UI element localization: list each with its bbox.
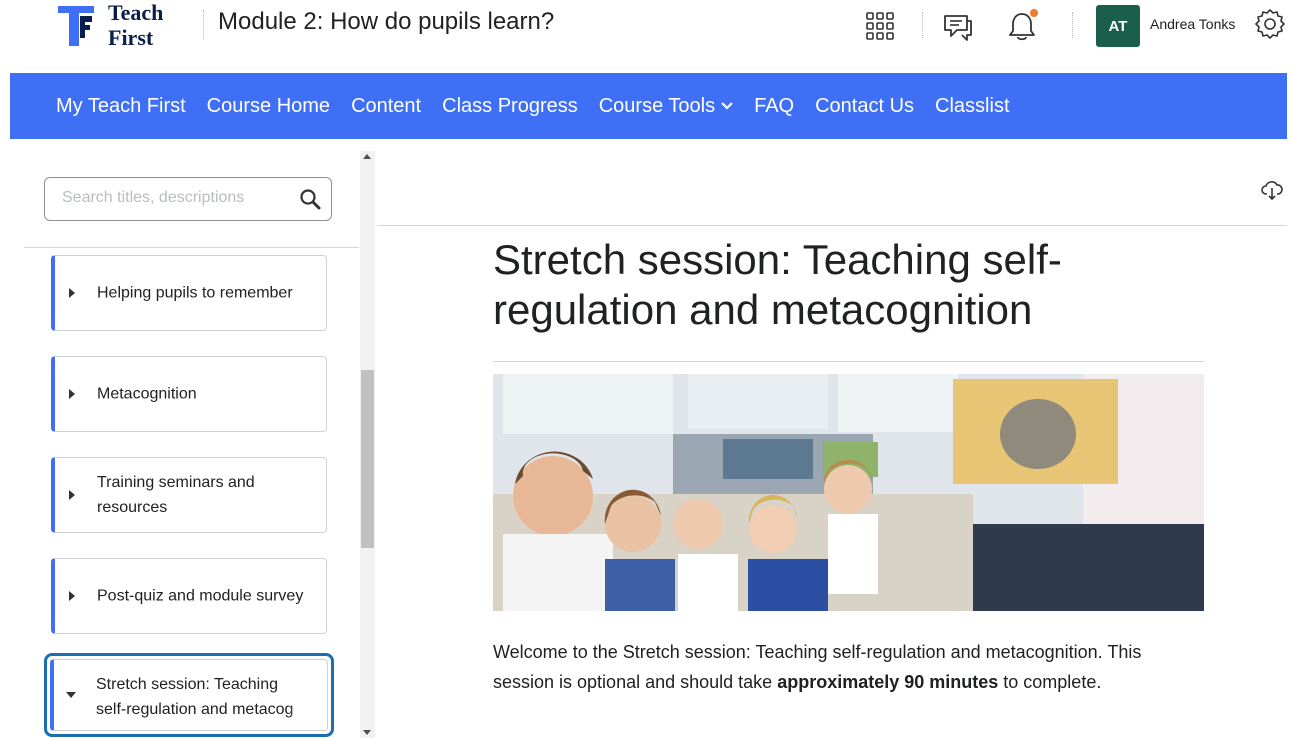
content-divider	[377, 225, 1287, 226]
module-label: Post-quiz and module survey	[97, 587, 304, 605]
nav-course-tools-label: Course Tools	[598, 94, 716, 117]
nav-class-progress[interactable]: Class Progress	[442, 95, 578, 118]
hero-image-classroom	[493, 374, 1204, 611]
teach-first-logo[interactable]: Teach First	[58, 0, 188, 50]
description-duration: approximately 90 minutes	[777, 672, 999, 692]
module-item-post-quiz[interactable]: Post-quiz and module survey	[51, 558, 327, 634]
header-divider	[203, 10, 205, 40]
search-box	[44, 177, 332, 221]
text-fade	[287, 704, 327, 730]
chevron-down-icon	[721, 102, 733, 110]
top-header: Teach First Module 2: How do pupils lear…	[0, 0, 1293, 72]
expand-arrow-icon	[69, 591, 75, 601]
content-panel: Stretch session: Teaching self-regulatio…	[377, 139, 1293, 738]
user-name[interactable]: Andrea Tonks	[1150, 16, 1235, 32]
nav-content[interactable]: Content	[351, 95, 421, 118]
notification-dot	[1030, 9, 1038, 17]
brand-line-2: First	[108, 25, 154, 50]
header-divider	[1072, 12, 1074, 38]
module-item-inner: Stretch session: Teaching self-regulatio…	[50, 659, 328, 731]
course-title[interactable]: Module 2: How do pupils learn?	[218, 8, 554, 36]
module-item-metacognition[interactable]: Metacognition	[51, 356, 327, 432]
sidebar-scrollbar[interactable]	[360, 151, 375, 738]
nav-course-home[interactable]: Course Home	[207, 95, 330, 118]
header-divider	[922, 12, 924, 38]
search-input[interactable]	[60, 188, 294, 208]
module-item-stretch-session[interactable]: Stretch session: Teaching self-regulatio…	[44, 653, 334, 737]
description-part-2: to complete.	[998, 672, 1102, 692]
cloud-download-icon[interactable]	[1261, 179, 1283, 201]
module-item-helping-pupils-to-remember[interactable]: Helping pupils to remember	[51, 255, 327, 331]
teach-first-logo-mark	[58, 6, 94, 46]
module-item-training-seminars[interactable]: Training seminars and resources	[51, 457, 327, 533]
collapse-arrow-icon	[66, 692, 76, 698]
gear-icon[interactable]	[1252, 6, 1288, 42]
expand-arrow-icon	[69, 389, 75, 399]
search-icon[interactable]	[299, 188, 321, 210]
module-label: Helping pupils to remember	[97, 284, 293, 302]
scroll-up-arrow-icon[interactable]	[363, 154, 371, 159]
module-label: Training seminars and resources	[97, 474, 255, 516]
course-navbar: My Teach First Course Home Content Class…	[10, 73, 1287, 139]
page-title: Stretch session: Teaching self-regulatio…	[493, 236, 1062, 333]
panel-divider	[24, 247, 359, 248]
scrollbar-thumb[interactable]	[361, 370, 374, 548]
module-label-line-1: Stretch session: Teaching	[96, 676, 279, 693]
nav-course-tools[interactable]: Course Tools	[599, 95, 733, 118]
apps-grid-icon[interactable]	[862, 8, 898, 44]
nav-classlist[interactable]: Classlist	[935, 95, 1009, 118]
chat-icon[interactable]	[940, 8, 976, 44]
module-label: Metacognition	[97, 385, 197, 403]
expand-arrow-icon	[69, 490, 75, 500]
nav-faq[interactable]: FAQ	[754, 95, 794, 118]
avatar[interactable]: AT	[1096, 5, 1140, 47]
scroll-down-arrow-icon[interactable]	[363, 730, 371, 735]
brand-line-1: Teach	[108, 0, 164, 25]
module-label-line-2: self-regulation and metacog	[96, 701, 294, 718]
expand-arrow-icon	[69, 288, 75, 298]
title-divider	[493, 361, 1204, 362]
nav-contact-us[interactable]: Contact Us	[815, 95, 914, 118]
classroom-illustration	[493, 374, 1204, 611]
nav-my-teach-first[interactable]: My Teach First	[56, 95, 186, 118]
session-description: Welcome to the Stretch session: Teaching…	[493, 637, 1203, 697]
table-of-contents-panel: Helping pupils to remember Metacognition…	[24, 139, 376, 738]
